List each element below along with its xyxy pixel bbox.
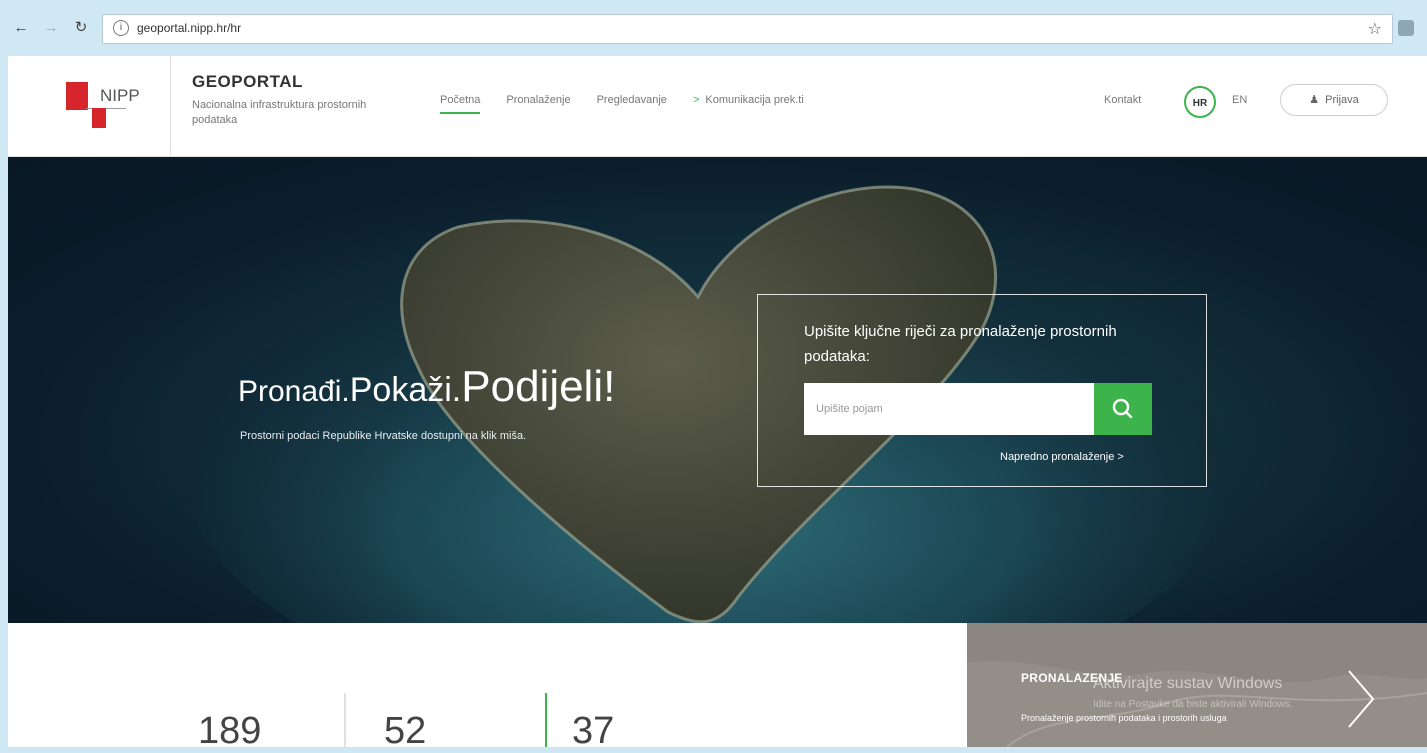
headline-pokazi: Pokaži. <box>349 371 462 409</box>
user-icon: ♟ <box>1309 94 1320 106</box>
logo-text: NIPP <box>100 86 140 105</box>
pronalazenje-promo-card[interactable]: PRONALAZENJE Aktivirajte sustav Windows … <box>967 623 1427 747</box>
language-hr-button[interactable]: HR <box>1184 86 1216 118</box>
search-panel: Upišite ključne riječi za pronalaženje p… <box>757 294 1207 487</box>
brand-title[interactable]: GEOPORTAL <box>192 72 303 92</box>
nav-item-pronalazenje[interactable]: Pronalaženje <box>506 94 570 106</box>
address-bar[interactable]: i geoportal.nipp.hr/hr ☆ <box>102 14 1393 44</box>
stat-divider <box>344 693 346 747</box>
browser-toolbar: ← → ↻ i geoportal.nipp.hr/hr ☆ <box>0 0 1427 56</box>
promo-description: Pronalaženje prostornih podataka i prost… <box>1021 713 1227 723</box>
stat-divider-accent <box>545 693 547 747</box>
search-prompt: Upišite ključne riječi za pronalaženje p… <box>804 323 1117 365</box>
logo-red-square <box>66 82 88 110</box>
windows-activation-subtext: Idite na Postavke da biste aktivirali Wi… <box>1093 699 1293 710</box>
address-url: geoportal.nipp.hr/hr <box>137 21 242 35</box>
heart-island-image <box>188 185 1228 623</box>
chevron-right-icon[interactable] <box>1343 667 1379 731</box>
back-icon[interactable]: ← <box>10 17 32 39</box>
forward-icon[interactable]: → <box>40 17 62 39</box>
contact-link[interactable]: Kontakt <box>1104 94 1141 106</box>
headline-podijeli: Podijeli! <box>461 362 616 411</box>
main-navigation: Početna Pronalaženje Pregledavanje > Komu… <box>440 94 804 114</box>
windows-activation-watermark: Aktivirajte sustav Windows <box>1093 675 1283 692</box>
search-button[interactable] <box>1094 383 1152 435</box>
nav-item-komunikacija-label: Komunikacija prek.ti <box>705 94 804 106</box>
nav-item-pregledavanje[interactable]: Pregledavanje <box>597 94 667 106</box>
extension-icon[interactable] <box>1398 20 1414 36</box>
headline-pronadi: Pronađi. <box>238 375 350 408</box>
hero-tagline: Prostorni podaci Republike Hrvatske dost… <box>240 430 527 442</box>
nav-item-komunikacija[interactable]: > Komunikacija prek.ti <box>693 94 804 106</box>
hero-headline: Pronađi.Pokaži.Podijeli! <box>238 365 615 409</box>
login-label: Prijava <box>1325 94 1359 106</box>
advanced-search-link[interactable]: Napredno pronalaženje > <box>1000 451 1124 463</box>
logo-red-square-small <box>92 108 106 128</box>
search-input[interactable] <box>804 383 1094 435</box>
language-en-button[interactable]: EN <box>1232 94 1247 106</box>
nipp-logo[interactable]: NIPP <box>8 56 171 156</box>
site-info-icon[interactable]: i <box>113 20 129 36</box>
nav-item-pocetna[interactable]: Početna <box>440 94 481 114</box>
reload-icon[interactable]: ↻ <box>70 17 92 39</box>
brand-subtitle: Nacionalna infrastruktura prostornih pod… <box>192 99 367 126</box>
search-icon <box>1112 398 1133 419</box>
login-button[interactable]: ♟ Prijava <box>1280 84 1388 116</box>
hero-banner: Pronađi.Pokaži.Podijeli! Prostorni podac… <box>8 157 1427 623</box>
nav-arrow-icon: > <box>692 94 700 106</box>
site-header: NIPP GEOPORTAL Nacionalna infrastruktura… <box>8 56 1427 157</box>
stats-section: 189 52 37 <box>8 623 967 752</box>
bookmark-star-icon[interactable]: ☆ <box>1368 19 1382 39</box>
